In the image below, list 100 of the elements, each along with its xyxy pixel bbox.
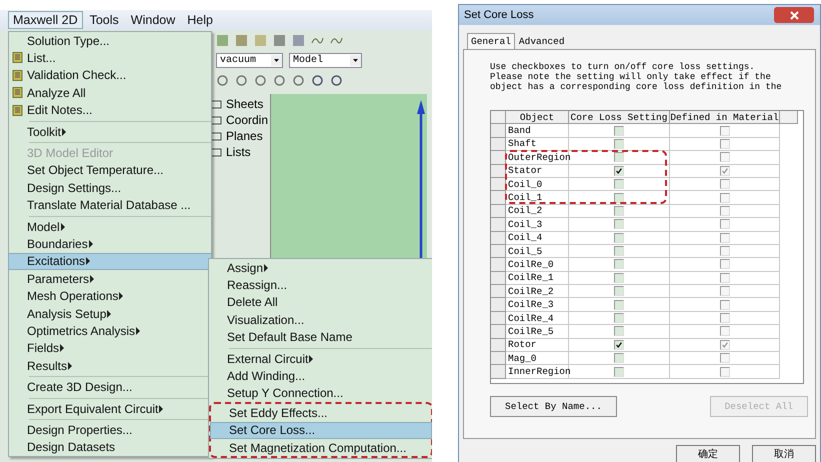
menu-item[interactable]: Design Settings... [9, 179, 211, 197]
menu-item[interactable]: External Circuit [209, 350, 432, 368]
row-header[interactable] [491, 124, 506, 138]
row-header[interactable] [491, 352, 506, 366]
view-dropdown[interactable]: Model [289, 52, 362, 68]
checkbox[interactable] [720, 138, 730, 149]
row-header[interactable] [491, 258, 506, 272]
menu-item[interactable]: Boundaries [9, 235, 211, 253]
toolbar-icon[interactable] [311, 74, 324, 86]
toolbar-icon[interactable] [273, 34, 286, 46]
checkbox[interactable] [614, 300, 624, 310]
checkbox[interactable] [720, 206, 730, 216]
checkbox[interactable] [614, 138, 624, 149]
checkbox[interactable] [614, 179, 624, 190]
menu-item[interactable]: Export Equivalent Circuit [9, 400, 211, 418]
menu-item[interactable]: Design Properties... [9, 421, 211, 439]
menu-item[interactable]: List... [9, 49, 211, 67]
checkbox[interactable] [614, 232, 624, 243]
menu-bar-item[interactable]: Window [126, 11, 180, 29]
menu-item[interactable]: Results [9, 357, 211, 374]
checkbox[interactable] [614, 219, 624, 230]
row-header[interactable] [491, 298, 506, 312]
menu-item[interactable]: Setup Y Connection... [209, 384, 432, 402]
checkbox[interactable] [614, 192, 624, 203]
checkbox[interactable] [720, 300, 730, 310]
toolbar-icon[interactable] [330, 74, 343, 86]
checkbox[interactable] [614, 259, 624, 270]
toolbar-icon[interactable] [235, 74, 248, 86]
menu-item[interactable]: Set Default Base Name [209, 328, 432, 346]
checkbox[interactable] [614, 272, 624, 283]
checkbox[interactable] [720, 326, 730, 336]
menu-item[interactable]: Analyze All [9, 84, 211, 102]
toolbar-icon[interactable] [254, 74, 267, 86]
menu-item[interactable]: Translate Material Database ... [9, 196, 211, 214]
checkbox[interactable] [720, 353, 730, 364]
menu-bar-item[interactable]: Maxwell 2D [8, 11, 83, 29]
toolbar-icon[interactable] [273, 74, 286, 86]
close-button[interactable] [774, 7, 814, 23]
menu-item[interactable]: Toolkit [9, 122, 211, 140]
row-header[interactable] [491, 151, 506, 165]
menu-item[interactable]: Mesh Operations [9, 287, 211, 305]
menu-item[interactable]: Set Eddy Effects... [211, 404, 431, 422]
toolbar-icon[interactable] [292, 74, 305, 86]
checkbox[interactable] [614, 366, 624, 377]
row-header[interactable] [491, 285, 506, 298]
row-header[interactable] [491, 325, 506, 339]
row-header[interactable] [491, 178, 506, 192]
checkbox[interactable] [720, 313, 730, 324]
toolbar-icon[interactable] [216, 74, 229, 86]
checkbox[interactable] [720, 192, 730, 203]
menu-item[interactable]: Visualization... [209, 311, 432, 329]
checkbox[interactable] [720, 179, 730, 190]
checkbox[interactable] [720, 286, 730, 296]
row-header[interactable] [491, 338, 506, 352]
menu-bar-item[interactable]: Help [182, 11, 218, 29]
menu-item[interactable]: Edit Notes... [9, 102, 211, 119]
menu-item[interactable]: Create 3D Design... [9, 378, 211, 396]
row-header[interactable] [491, 204, 506, 218]
menu-item[interactable]: Delete All [209, 294, 432, 312]
tab[interactable]: General [467, 33, 515, 49]
checkbox[interactable] [720, 152, 730, 162]
row-header[interactable] [491, 138, 506, 152]
menu-item[interactable]: Validation Check... [9, 66, 211, 84]
menu-item[interactable]: Analysis Setup [9, 304, 211, 322]
row-header[interactable] [491, 232, 506, 245]
menu-item[interactable]: Add Winding... [209, 367, 432, 385]
checkbox[interactable] [720, 246, 730, 256]
row-header[interactable] [491, 191, 506, 205]
menu-item[interactable]: Design Datasets [9, 438, 211, 456]
tree-item[interactable]: Planes [210, 128, 270, 144]
menu-item[interactable]: Parameters [9, 270, 211, 288]
menu-item[interactable]: Fields [9, 340, 211, 358]
checkbox[interactable] [614, 126, 624, 136]
menu-item[interactable]: Solution Type... [9, 32, 211, 50]
checkbox[interactable] [720, 340, 730, 350]
checkbox[interactable] [614, 326, 624, 336]
dialog-button[interactable]: 确定 [676, 445, 740, 462]
checkbox[interactable] [614, 340, 624, 350]
checkbox[interactable] [720, 166, 730, 176]
checkbox[interactable] [614, 313, 624, 324]
checkbox[interactable] [614, 353, 624, 364]
tree-item[interactable]: Coordin [210, 112, 270, 128]
tree-item[interactable]: Lists [210, 144, 270, 160]
checkbox[interactable] [720, 232, 730, 243]
menu-item[interactable]: Set Object Temperature... [9, 162, 211, 180]
checkbox[interactable] [720, 272, 730, 283]
row-header[interactable] [491, 312, 506, 326]
tab[interactable]: Advanced [514, 33, 569, 49]
row-header[interactable] [491, 272, 506, 286]
menu-bar-item[interactable]: Tools [84, 11, 124, 29]
row-header[interactable] [491, 218, 506, 232]
row-header[interactable] [491, 244, 506, 258]
checkbox[interactable] [720, 259, 730, 270]
checkbox[interactable] [614, 206, 624, 216]
checkbox[interactable] [720, 126, 730, 136]
select-by-name-button[interactable]: Select By Name... [490, 396, 617, 417]
tree-item[interactable]: Sheets [210, 96, 270, 112]
row-header[interactable] [491, 365, 506, 379]
checkbox[interactable] [720, 366, 730, 377]
checkbox[interactable] [614, 166, 624, 176]
